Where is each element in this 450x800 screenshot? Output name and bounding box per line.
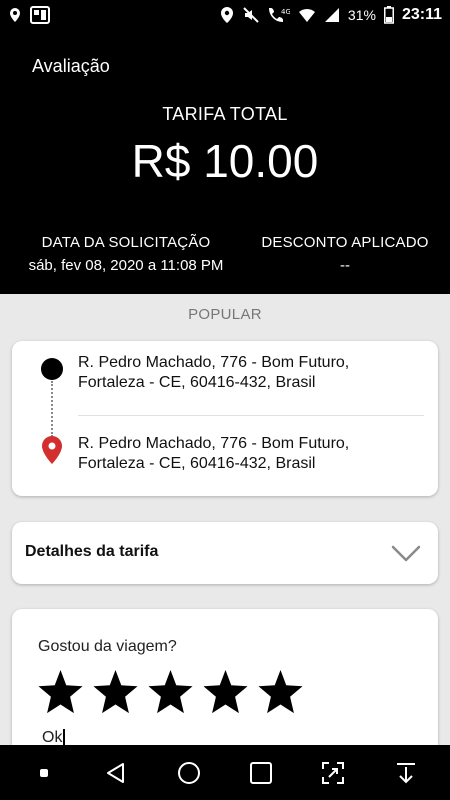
chevron-down-icon[interactable] [390,542,422,564]
status-bar-left [8,6,50,24]
total-fare-label: TARIFA TOTAL [162,104,288,124]
origin-address-line2: Fortaleza - CE, 60416-432, Brasil [78,374,316,391]
location-icon [8,7,22,23]
status-bar-right: 4G 31% 23:11 [220,6,442,24]
destination-address-line1: R. Pedro Machado, 776 - Bom Futuro, [78,435,350,452]
volte-call-icon: 4G [268,6,290,24]
discount-value: -- [340,257,350,274]
mute-icon [242,6,260,24]
download-icon[interactable] [386,753,426,793]
ride-category: POPULAR [188,306,262,323]
network-type-label: 4G [281,8,290,16]
app-notification-icon [30,6,50,24]
screenshot-icon[interactable] [313,753,353,793]
clock: 23:11 [401,6,442,23]
star-icon-3[interactable] [146,669,195,715]
status-bar: 4G 31% 23:11 [0,0,450,30]
star-icon-4[interactable] [201,669,250,715]
destination-pin-icon [42,436,62,464]
request-date-label: DATA DA SOLICITAÇÃO [41,234,211,251]
total-fare-value: R$ 10.00 [131,135,319,187]
location-icon [220,6,234,24]
discount-block: DESCONTO APLICADO -- [240,234,450,274]
star-icon-5[interactable] [256,669,305,715]
origin-address-text: R. Pedro Machado, 776 - Bom Futuro, Fort… [78,353,418,393]
battery-percentage: 31% [347,7,376,23]
origin-address-line1: R. Pedro Machado, 776 - Bom Futuro, [78,354,350,371]
fare-summary-header: Avaliação TARIFA TOTAL R$ 10.00 DATA DA … [0,30,450,294]
star-icon-1[interactable] [36,669,85,715]
star-rating[interactable] [36,669,305,715]
battery-icon [383,6,394,24]
fare-details-toggle[interactable]: Detalhes da tarifa [12,522,438,584]
dot-icon[interactable] [24,753,64,793]
back-icon[interactable] [96,753,136,793]
fare-details-label: Detalhes da tarifa [25,543,159,560]
request-date-value: sáb, fev 08, 2020 a 11:08 PM [28,257,224,274]
route-card: R. Pedro Machado, 776 - Bom Futuro, Fort… [12,341,438,496]
destination-address-line2: Fortaleza - CE, 60416-432, Brasil [78,455,316,472]
route-divider [78,415,424,416]
home-icon[interactable] [169,753,209,793]
origin-dot-icon [41,358,63,380]
discount-label: DESCONTO APLICADO [261,234,429,251]
route-connector-line [51,381,53,437]
wifi-icon [298,7,316,23]
page-title: Avaliação [32,56,110,76]
signal-icon [324,7,340,23]
recents-icon[interactable] [241,753,281,793]
navigation-bar [0,745,450,800]
rating-question: Gostou da viagem? [38,638,177,655]
request-date-block: DATA DA SOLICITAÇÃO sáb, fev 08, 2020 a … [0,234,252,274]
destination-address-text: R. Pedro Machado, 776 - Bom Futuro, Fort… [78,434,418,474]
star-icon-2[interactable] [91,669,140,715]
